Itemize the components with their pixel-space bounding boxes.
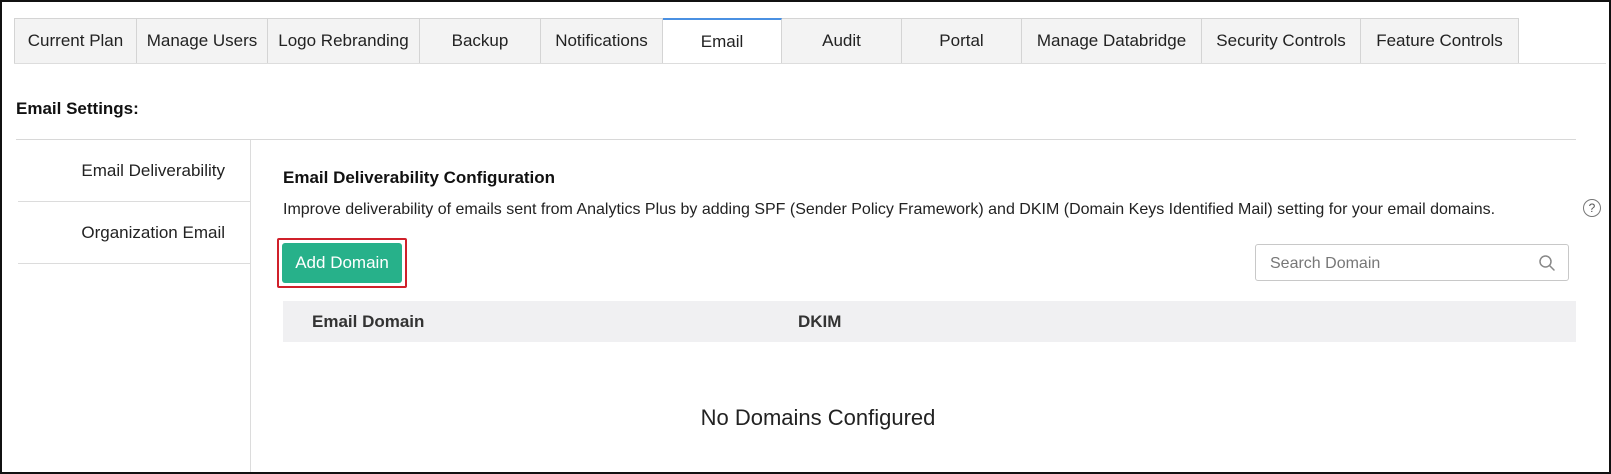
tab-manage-users[interactable]: Manage Users xyxy=(137,19,268,64)
settings-tabbar: Current Plan Manage Users Logo Rebrandin… xyxy=(14,18,1519,64)
email-settings-sidenav: Email Deliverability Organization Email xyxy=(18,140,251,472)
sidenav-item-email-deliverability[interactable]: Email Deliverability xyxy=(18,140,250,202)
tab-security-controls[interactable]: Security Controls xyxy=(1202,19,1361,64)
search-domain-box xyxy=(1255,244,1569,282)
sidenav-item-organization-email[interactable]: Organization Email xyxy=(18,202,250,264)
tab-feature-controls[interactable]: Feature Controls xyxy=(1361,19,1519,64)
config-title: Email Deliverability Configuration xyxy=(283,168,556,187)
column-header-dkim: DKIM xyxy=(798,311,842,331)
tabbar-divider xyxy=(14,63,1606,64)
tab-backup[interactable]: Backup xyxy=(420,19,541,64)
tab-email[interactable]: Email xyxy=(663,18,782,64)
empty-state-message: No Domains Configured xyxy=(700,405,936,430)
tab-current-plan[interactable]: Current Plan xyxy=(14,19,137,64)
add-domain-highlight: Add Domain xyxy=(277,238,407,288)
help-icon[interactable]: ? xyxy=(1583,199,1601,217)
add-domain-button[interactable]: Add Domain xyxy=(282,243,402,283)
tab-logo-rebranding[interactable]: Logo Rebranding xyxy=(268,19,420,64)
tab-audit[interactable]: Audit xyxy=(782,19,902,64)
app-frame: Current Plan Manage Users Logo Rebrandin… xyxy=(0,0,1611,474)
domains-table-header: Email Domain DKIM xyxy=(283,301,1576,342)
tab-portal[interactable]: Portal xyxy=(902,19,1022,64)
search-icon[interactable] xyxy=(1538,254,1556,272)
column-header-email-domain: Email Domain xyxy=(312,311,425,331)
search-domain-input[interactable] xyxy=(1268,245,1532,282)
tab-manage-databridge[interactable]: Manage Databridge xyxy=(1022,19,1202,64)
deliverability-panel: Email Deliverability Configuration Impro… xyxy=(283,162,1601,219)
tab-notifications[interactable]: Notifications xyxy=(541,19,663,64)
config-description: Improve deliverability of emails sent fr… xyxy=(283,201,1496,218)
page-title: Email Settings: xyxy=(16,99,139,118)
